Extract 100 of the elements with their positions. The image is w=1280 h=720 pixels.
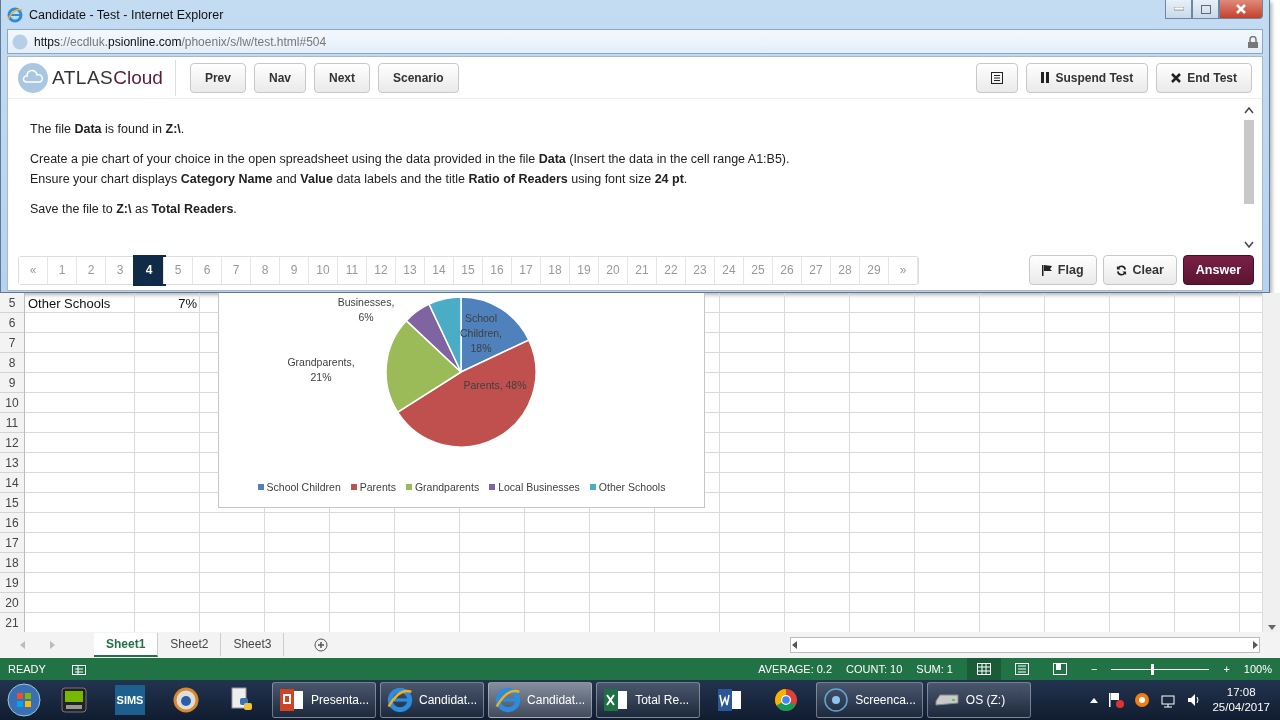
test-button[interactable]: End Test (1156, 62, 1252, 93)
presentation-app-icon (279, 687, 305, 713)
row-number: 17 (4, 535, 20, 552)
show-hidden-icons-icon[interactable] (1090, 697, 1099, 703)
minimize-icon (1173, 7, 1184, 11)
row-number: 11 (4, 415, 20, 432)
nav-button[interactable]: Scenario (378, 62, 459, 93)
view-button[interactable] (967, 658, 1001, 680)
browser-icon (7, 6, 23, 23)
horizontal-scroll-bar[interactable] (790, 637, 1260, 653)
network-icon[interactable] (1160, 692, 1177, 708)
legend-item: Grandparents (405, 481, 480, 493)
row-number: 12 (4, 435, 20, 452)
browser-icon (387, 687, 414, 713)
minimize-button[interactable] (1165, 0, 1192, 19)
legend-item: School Children (257, 481, 341, 493)
legend-item: Other Schools (589, 481, 666, 493)
maximize-button[interactable] (1192, 0, 1219, 19)
page-button[interactable]: 5 (164, 256, 193, 284)
taskbar-button[interactable]: Candidat... (380, 682, 485, 718)
action-button[interactable]: Clear (1102, 255, 1177, 285)
zoom-thumb[interactable] (1150, 663, 1154, 675)
status-stat: SUM: 1 (916, 663, 953, 675)
zoom-out-button[interactable]: − (1091, 663, 1098, 675)
page-icon (1015, 663, 1029, 675)
row-number: 16 (4, 515, 20, 532)
ring-app-icon (173, 687, 199, 713)
question-text: Create a pie chart of your choice in the open spreadsheet using the data provided in the file Data (Insert the data in the cell range A1:B5). Ensure your chart displays Category Name and Value data labels and the title Ratio of Readers using font size 24 pt. (30, 151, 791, 188)
logo-text: ATLASCloud (52, 66, 163, 89)
action-button[interactable]: Answer (1182, 255, 1254, 285)
row-number: 18 (4, 555, 20, 572)
action-button[interactable]: Flag (1028, 255, 1097, 285)
taskbar-button[interactable]: Presenta... (272, 682, 377, 718)
row-number: 15 (4, 495, 20, 512)
row-number: 5 (7, 295, 17, 312)
close-icon (1235, 4, 1247, 14)
pause-icon (1041, 72, 1050, 83)
status-stat: AVERAGE: 0.2 (758, 663, 833, 675)
start-button[interactable] (4, 681, 44, 719)
taskbar-button[interactable]: Screenca... (816, 682, 923, 718)
maximize-icon (1200, 4, 1211, 14)
nav-button[interactable]: Prev (189, 62, 246, 93)
row-number: 7 (7, 335, 17, 352)
row-number: 14 (4, 475, 20, 492)
antivirus-icon[interactable] (1134, 692, 1151, 708)
sheet-tab[interactable]: Sheet1 (94, 633, 159, 657)
previous-page-button[interactable]: « (19, 256, 48, 284)
url-text: https://ecdluk.psionline.com/phoenix/s/lw/test.html#504 (34, 34, 327, 49)
taskbar-button[interactable]: Total Re... (596, 682, 701, 718)
sheet-tab[interactable]: Sheet3 (221, 633, 285, 657)
sheet-tab[interactable]: Sheet2 (158, 633, 222, 657)
row-number: 21 (4, 615, 20, 632)
row-number: 10 (4, 395, 20, 412)
add-sheet-icon[interactable] (314, 638, 329, 652)
previous-sheet-icon (20, 641, 26, 649)
data-label: Parents, 48% (462, 378, 528, 393)
clock-time: 17:08 (1226, 685, 1256, 700)
grid-icon (977, 663, 991, 675)
web-browser-icon (773, 687, 800, 713)
close-button[interactable] (1219, 0, 1263, 19)
nav-button[interactable]: Nav (253, 62, 306, 93)
page-button[interactable]: 4 (135, 256, 164, 284)
address-bar[interactable]: https://ecdluk.psionline.com/phoenix/s/lw/test.html#504 (7, 29, 1263, 54)
scroll-bar[interactable] (1242, 107, 1256, 248)
data-label: Grandparents, 21% (286, 355, 356, 385)
status-mode: READY (8, 663, 46, 675)
window-title: Candidate - Test - Internet Explorer (29, 7, 224, 22)
nav-button[interactable]: Next (314, 62, 370, 93)
close-icon (1171, 72, 1182, 83)
record-icon (823, 687, 850, 713)
lock-icon (1248, 35, 1258, 48)
row-number: 9 (7, 375, 17, 392)
data-label: Businesses, 6% (336, 295, 396, 325)
graphics-card-icon (61, 687, 87, 713)
site-icon (12, 33, 28, 50)
flag-icon (1041, 264, 1052, 276)
macro-icon (71, 663, 86, 675)
status-stat: COUNT: 10 (846, 663, 903, 675)
zoom-in-button[interactable]: + (1223, 663, 1230, 675)
row-number: 20 (4, 595, 20, 612)
zoom-level: 100% (1243, 663, 1272, 675)
legend-item: Local Businesses (489, 481, 580, 493)
list-button[interactable] (976, 62, 1019, 93)
page-break-icon (1053, 663, 1067, 675)
taskbar-button[interactable]: Candidat... (488, 682, 593, 718)
legend-item: Parents (350, 481, 396, 493)
vertical-scroll-bar[interactable] (1262, 293, 1280, 632)
row-number: 19 (4, 575, 20, 592)
taskbar-button[interactable]: OS (Z:) (926, 682, 1031, 718)
flag-alert-icon[interactable] (1108, 692, 1125, 708)
row-number: 6 (7, 315, 17, 332)
document-app-icon (717, 687, 744, 713)
list-icon (991, 71, 1004, 84)
cloud-logo-icon (18, 62, 48, 93)
row-number: 13 (4, 455, 20, 472)
spreadsheet-app-icon (603, 687, 630, 713)
table-cell-text: 7% (177, 295, 198, 313)
taskbar-button[interactable]: SIMS (104, 682, 156, 718)
clock-date: 25/04/2017 (1212, 700, 1270, 715)
test-button[interactable]: Suspend Test (1026, 62, 1149, 93)
